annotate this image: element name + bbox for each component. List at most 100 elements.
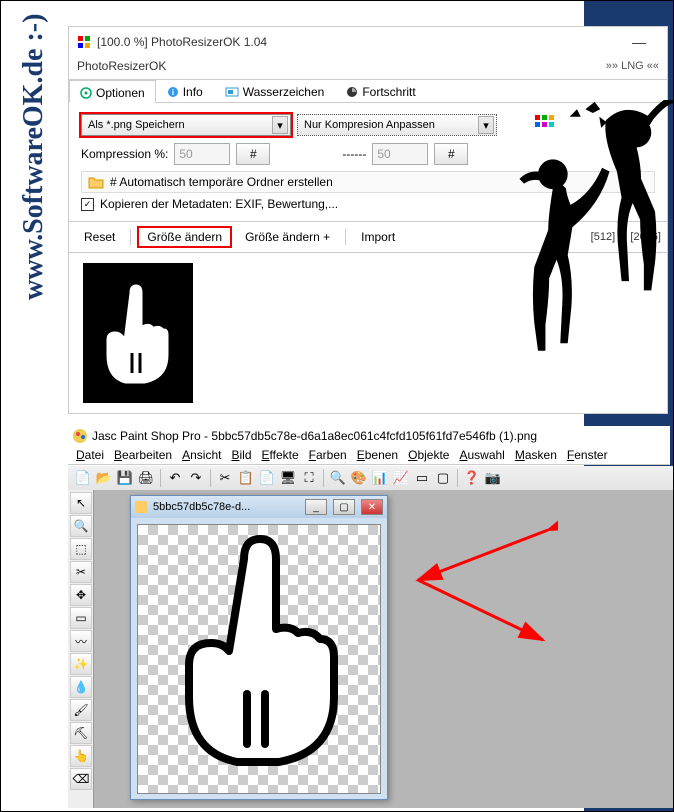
separator [345, 229, 346, 245]
lasso-tool-icon[interactable]: 〰 [70, 630, 92, 652]
svg-text:i: i [172, 88, 174, 97]
chart-icon[interactable]: 📈 [392, 469, 410, 487]
doc-maximize-button[interactable]: ▢ [333, 499, 355, 515]
tab-label: Wasserzeichen [243, 85, 325, 99]
gear-icon [80, 87, 92, 99]
language-selector[interactable]: »» LNG «« [606, 60, 659, 72]
selection-tool-icon[interactable]: ⬚ [70, 538, 92, 560]
menu-datei[interactable]: Datei [76, 448, 104, 462]
compression-label: Kompression %: [81, 147, 168, 161]
hash-button-right[interactable]: # [434, 143, 468, 165]
tab-optionen[interactable]: Optionen [69, 80, 156, 103]
separator [130, 229, 131, 245]
psp-menubar: Datei Bearbeiten Ansicht Bild Effekte Fa… [68, 446, 670, 465]
import-button[interactable]: Import [352, 227, 404, 247]
save-format-dropdown[interactable]: Als *.png Speichern ▾ [81, 114, 291, 136]
menu-app-name[interactable]: PhotoResizerOK [77, 59, 166, 73]
window-icon[interactable]: ▢ [434, 469, 452, 487]
menu-farben[interactable]: Farben [309, 448, 347, 462]
watermark-text: www.SoftwareOK.de :-) [18, 14, 50, 300]
window-title: [100.0 %] PhotoResizerOK 1.04 [97, 35, 267, 49]
save-icon[interactable]: 💾 [116, 469, 134, 487]
menu-masken[interactable]: Masken [515, 448, 557, 462]
menu-auswahl[interactable]: Auswahl [459, 448, 504, 462]
menu-effekte[interactable]: Effekte [262, 448, 299, 462]
dashes-label: ------ [342, 147, 366, 161]
chevron-down-icon: ▾ [272, 116, 288, 134]
new-icon[interactable]: 📄 [74, 469, 92, 487]
dropdown-value: Nur Kompresion Anpassen [304, 119, 435, 131]
camera-icon[interactable]: 📷 [484, 469, 502, 487]
undo-icon[interactable]: ↶ [166, 469, 184, 487]
histogram-icon[interactable]: 📊 [371, 469, 389, 487]
tab-label: Optionen [96, 86, 145, 100]
folder-icon [88, 175, 104, 189]
dropdown-value: Als *.png Speichern [88, 119, 185, 131]
move-tool-icon[interactable]: ✥ [70, 584, 92, 606]
reset-button[interactable]: Reset [75, 227, 124, 247]
menu-bild[interactable]: Bild [231, 448, 251, 462]
redo-icon[interactable]: ↷ [187, 469, 205, 487]
psp-document-window[interactable]: 5bbc57db5c78e-d... _ ▢ ✕ [130, 495, 388, 800]
doc-titlebar[interactable]: 5bbc57db5c78e-d... _ ▢ ✕ [131, 496, 387, 518]
layers-icon[interactable]: ▭ [413, 469, 431, 487]
tab-fortschritt[interactable]: Fortschritt [335, 80, 426, 102]
psp-toolbar: 📄 📂 💾 🖨 ↶ ↷ ✂ 📋 📄 🖥 ⛶ 🔍 🎨 📊 📈 ▭ ▢ ❓ 📷 [68, 466, 674, 491]
zoom-tool-icon[interactable]: 🔍 [70, 515, 92, 537]
help-icon[interactable]: ❓ [463, 469, 481, 487]
clone-tool-icon[interactable]: ⛏ [70, 722, 92, 744]
checkbox-icon[interactable]: ✓ [81, 198, 94, 211]
app-icon [77, 35, 91, 49]
progress-icon [346, 86, 358, 98]
doc-close-button[interactable]: ✕ [361, 499, 383, 515]
screen-icon[interactable]: 🖥 [279, 469, 297, 487]
cut-icon[interactable]: ✂ [216, 469, 234, 487]
wand-tool-icon[interactable]: ✨ [70, 653, 92, 675]
titlebar: [100.0 %] PhotoResizerOK 1.04 — [69, 27, 667, 57]
menu-ansicht[interactable]: Ansicht [182, 448, 221, 462]
folder-label: # Automatisch temporäre Ordner erstellen [110, 175, 333, 189]
erase-tool-icon[interactable]: ⌫ [70, 768, 92, 790]
psp-app-icon [72, 428, 88, 444]
crop-tool-icon[interactable]: ✂ [70, 561, 92, 583]
info-icon: i [167, 86, 179, 98]
minimize-button[interactable]: — [619, 31, 659, 53]
menu-objekte[interactable]: Objekte [408, 448, 449, 462]
psp-title-text: Jasc Paint Shop Pro - 5bbc57db5c78e-d6a1… [92, 429, 537, 443]
copy-icon[interactable]: 📋 [237, 469, 255, 487]
hash-button-left[interactable]: # [236, 143, 270, 165]
compression-mode-dropdown[interactable]: Nur Kompresion Anpassen ▾ [297, 114, 497, 136]
open-icon[interactable]: 📂 [95, 469, 113, 487]
tab-info[interactable]: i Info [156, 80, 214, 102]
print-icon[interactable]: 🖨 [137, 469, 155, 487]
psp-titlebar: Jasc Paint Shop Pro - 5bbc57db5c78e-d6a1… [68, 426, 670, 446]
thumbnail[interactable] [83, 263, 193, 403]
marquee-tool-icon[interactable]: ▭ [70, 607, 92, 629]
palette-icon[interactable]: 🎨 [350, 469, 368, 487]
doc-title-text: 5bbc57db5c78e-d... [153, 501, 250, 513]
paste-icon[interactable]: 📄 [258, 469, 276, 487]
doc-minimize-button[interactable]: _ [305, 499, 327, 515]
hand-thumb-icon [98, 278, 178, 388]
tab-wasserzeichen[interactable]: Wasserzeichen [214, 80, 336, 102]
menu-bearbeiten[interactable]: Bearbeiten [114, 448, 172, 462]
brush-tool-icon[interactable]: 🖌 [70, 699, 92, 721]
resize-plus-button[interactable]: Größe ändern + [236, 227, 339, 247]
tab-label: Fortschritt [362, 85, 415, 99]
retouch-tool-icon[interactable]: 👆 [70, 745, 92, 767]
menu-ebenen[interactable]: Ebenen [357, 448, 398, 462]
fullscreen-icon[interactable]: ⛶ [300, 469, 318, 487]
dropper-tool-icon[interactable]: 💧 [70, 676, 92, 698]
doc-icon [135, 501, 147, 513]
doc-canvas[interactable] [137, 524, 381, 794]
resize-button[interactable]: Größe ändern [137, 226, 232, 248]
metadata-label: Kopieren der Metadaten: EXIF, Bewertung,… [100, 197, 338, 211]
tab-label: Info [183, 85, 203, 99]
compression-spinner[interactable]: 50 [174, 143, 230, 165]
dancing-silhouette [480, 100, 674, 360]
zoom-icon[interactable]: 🔍 [329, 469, 347, 487]
menu-fenster[interactable]: Fenster [567, 448, 608, 462]
right-spinner[interactable]: 50 [372, 143, 428, 165]
watermark-icon [225, 86, 239, 98]
arrow-tool-icon[interactable]: ↖ [70, 492, 92, 514]
